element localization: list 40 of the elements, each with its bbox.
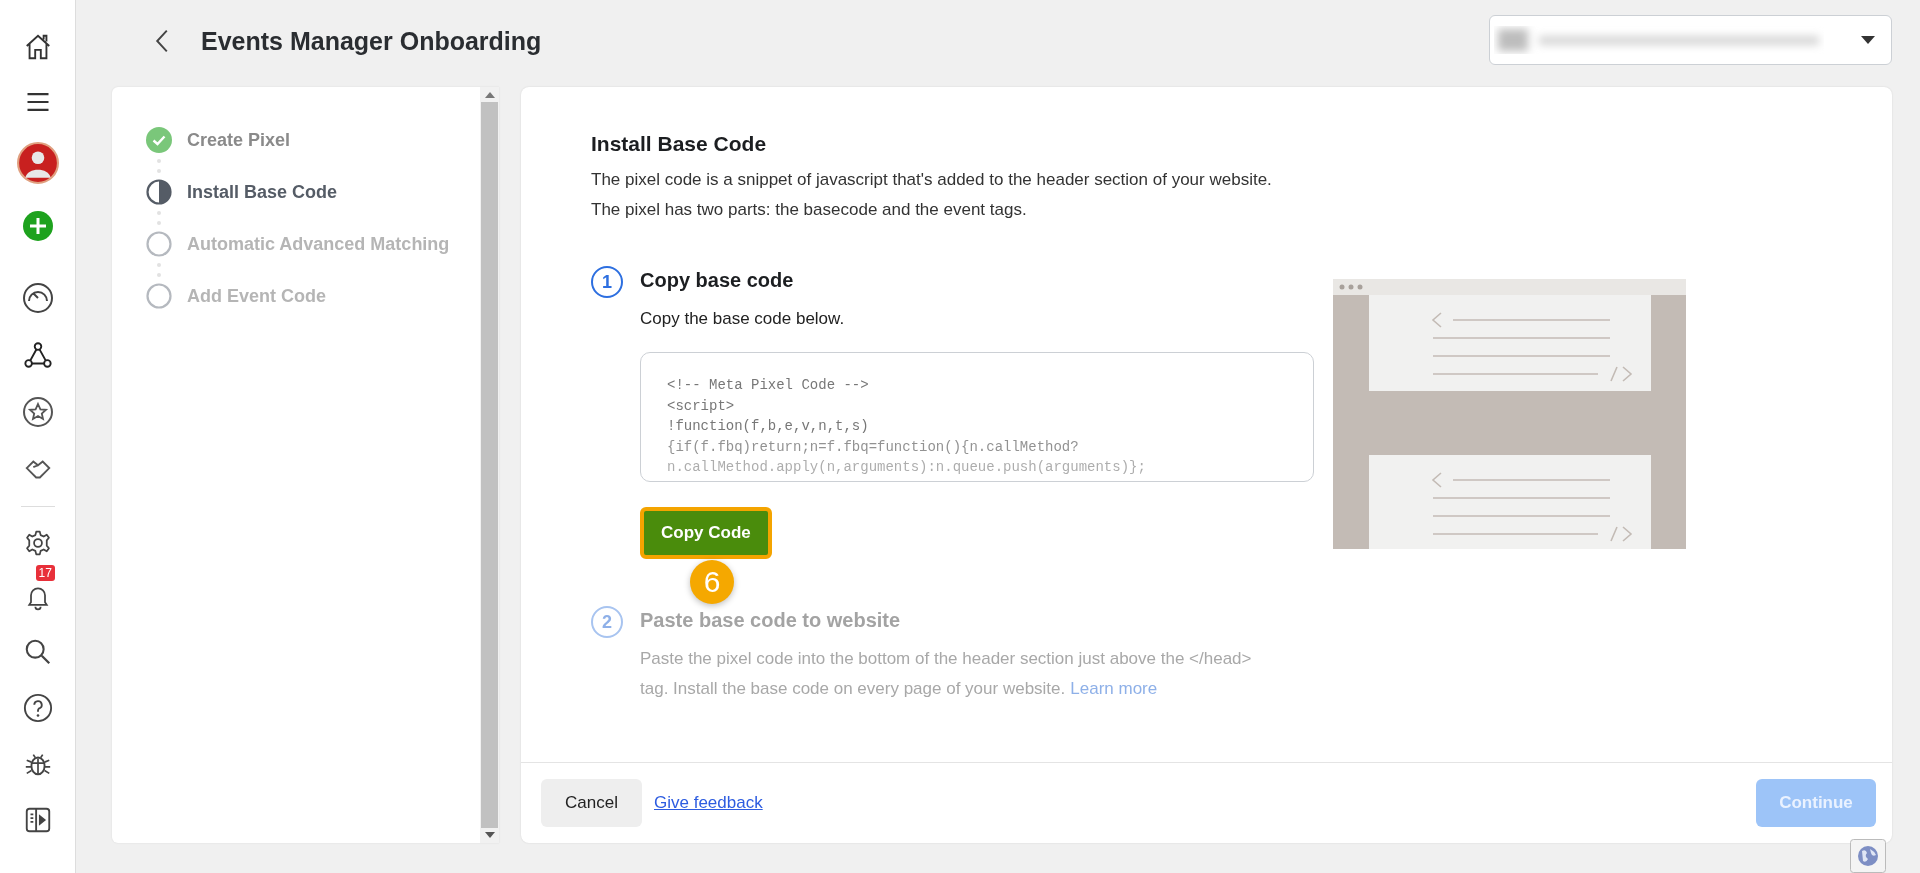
code-line: n.callMethod.apply(n,arguments):n.queue.push(arguments)}; — [667, 458, 1147, 477]
settings-icon[interactable] — [23, 529, 52, 557]
code-line: <script> — [667, 396, 736, 416]
step-label[interactable]: Install Base Code — [187, 181, 338, 203]
globe-icon[interactable] — [1850, 839, 1886, 873]
give-feedback-link[interactable]: Give feedback — [654, 793, 763, 813]
description-text: The pixel code is a snippet of javascript that's added to the header section of your website. — [591, 169, 1273, 191]
step-number: 2 — [591, 606, 623, 638]
check-circle-icon — [146, 127, 172, 153]
section-title: Install Base Code — [591, 132, 768, 156]
scrollbar[interactable] — [480, 87, 499, 843]
learn-more-link[interactable]: Learn more — [1070, 679, 1158, 698]
step-number: 1 — [591, 266, 623, 298]
add-icon[interactable] — [21, 210, 54, 242]
triangle-nodes-icon[interactable] — [22, 340, 53, 370]
copy-code-button[interactable]: Copy Code — [640, 507, 772, 559]
step-label[interactable]: Create Pixel — [187, 129, 291, 151]
code-line: {if(f.fbq)return;n=f.fbq=function(){n.callMethod? — [667, 437, 1080, 457]
step-description: Paste the pixel code into the bottom of the header section just above the </head> tag. Install the base code on every page of your website. Learn more — [640, 648, 1253, 700]
step-description: Copy the base code below. — [640, 308, 846, 330]
step-title: Copy base code — [640, 269, 795, 292]
avatar[interactable] — [16, 142, 59, 184]
step-title: Paste base code to website — [640, 609, 902, 632]
empty-circle-icon — [146, 283, 172, 309]
back-icon[interactable] — [154, 28, 170, 54]
step-callout-badge: 6 — [690, 560, 734, 604]
code-line: !function(f,b,e,v,n,t,s) — [667, 417, 870, 436]
code-box[interactable]: <!-- Meta Pixel Code --> <script> !function(f,b,e,v,n,t,s) {if(f.fbq)return;n=f.fbq=function(){n.callMethod? n.callMethod.apply(n,arguments):n.queue.push(arguments)}; — [640, 352, 1314, 482]
help-icon[interactable] — [22, 693, 53, 723]
scroll-down-icon[interactable] — [484, 832, 495, 838]
gauge-icon[interactable] — [21, 282, 54, 314]
caret-icon — [1861, 36, 1875, 44]
description-text: The pixel has two parts: the basecode and the event tags. — [591, 199, 1028, 221]
code-line: <!-- Meta Pixel Code --> — [667, 376, 870, 395]
notification-badge: 17 — [35, 565, 55, 581]
empty-circle-icon — [146, 231, 172, 257]
cancel-button[interactable]: Cancel — [541, 779, 642, 827]
half-circle-icon — [146, 179, 172, 205]
scroll-up-icon[interactable] — [484, 92, 495, 98]
page-title: Events Manager Onboarding — [201, 26, 543, 56]
